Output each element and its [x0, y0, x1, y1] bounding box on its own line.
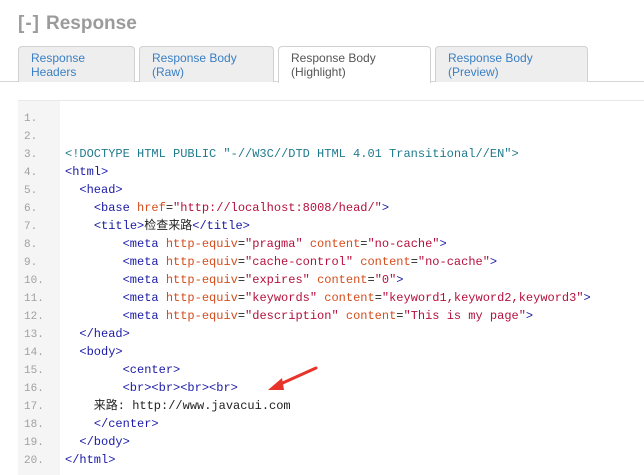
line-number: 10. — [24, 275, 44, 287]
code-text: </head> — [79, 327, 130, 341]
code-line: 17. 来路: http://www.javacui.com — [18, 397, 644, 415]
code-line: 2. — [18, 127, 644, 145]
code-line: 13. </head> — [18, 325, 644, 343]
response-section-header: [-] Response — [18, 11, 137, 37]
code-text: <meta http-equiv="pragma" content="no-ca… — [122, 237, 447, 251]
code-text: <meta http-equiv="expires" content="0"> — [122, 273, 404, 287]
line-number: 11. — [24, 293, 44, 305]
code-line: 9. <meta http-equiv="cache-control" cont… — [18, 253, 644, 271]
section-title: Response — [45, 13, 137, 34]
code-line: 11. <meta http-equiv="keywords" content=… — [18, 289, 644, 307]
code-text: <meta http-equiv="keywords" content="key… — [122, 291, 591, 305]
code-line: 16. <br><br><br><br> — [18, 379, 644, 397]
line-number: 4. — [24, 167, 38, 179]
line-number: 15. — [24, 365, 44, 377]
code-text: </body> — [79, 435, 130, 449]
code-text: <meta http-equiv="cache-control" content… — [122, 255, 498, 269]
code-text: <meta http-equiv="description" content="… — [122, 309, 534, 323]
annotation-arrow-icon — [268, 366, 318, 390]
tab-response-body-preview[interactable]: Response Body (Preview) — [435, 46, 588, 82]
code-lines: 1. 2. 3. <!DOCTYPE HTML PUBLIC "-//W3C//DTD… — [18, 109, 644, 469]
code-text: 来路: http://www.javacui.com — [65, 399, 291, 413]
tab-response-body-raw[interactable]: Response Body (Raw) — [139, 46, 274, 82]
code-text: </html> — [65, 453, 116, 467]
code-line: 14. <body> — [18, 343, 644, 361]
line-number: 9. — [24, 257, 38, 269]
code-line: 12. <meta http-equiv="description" conte… — [18, 307, 644, 325]
tab-response-headers[interactable]: Response Headers — [18, 46, 135, 82]
code-text: <html> — [65, 165, 109, 179]
code-text: <base href="http://localhost:8008/head/"… — [93, 201, 390, 215]
tab-response-body-highlight[interactable]: Response Body (Highlight) — [278, 46, 431, 83]
code-line: 4. <html> — [18, 163, 644, 181]
line-number: 12. — [24, 311, 44, 323]
code-line: 6. <base href="http://localhost:8008/hea… — [18, 199, 644, 217]
line-number: 5. — [24, 185, 38, 197]
code-line: 3. <!DOCTYPE HTML PUBLIC "-//W3C//DTD HTM… — [18, 145, 644, 163]
line-number: 17. — [24, 401, 44, 413]
response-tabs: Response Headers Response Body (Raw) Res… — [0, 46, 644, 83]
line-number: 6. — [24, 203, 38, 215]
code-text: <!DOCTYPE HTML PUBLIC "-//W3C//DTD HTML … — [65, 147, 519, 161]
code-line: 1. — [18, 109, 644, 127]
code-line: 5. <head> — [18, 181, 644, 199]
code-line: 15. <center> — [18, 361, 644, 379]
code-line: 18. </center> — [18, 415, 644, 433]
code-text: </center> — [93, 417, 159, 431]
code-viewer: 1. 2. 3. <!DOCTYPE HTML PUBLIC "-//W3C//DTD… — [18, 100, 644, 475]
collapse-toggle[interactable]: [-] — [18, 13, 40, 35]
line-number: 13. — [24, 329, 44, 341]
code-line: 20. </html> — [18, 451, 644, 469]
code-line: 7. <title>检查来路</title> — [18, 217, 644, 235]
line-number: 18. — [24, 419, 44, 431]
line-number: 8. — [24, 239, 38, 251]
line-number: 19. — [24, 437, 44, 449]
code-text: <br><br><br><br> — [122, 381, 238, 395]
code-line: 8. <meta http-equiv="pragma" content="no… — [18, 235, 644, 253]
code-text: <body> — [79, 345, 123, 359]
line-number: 14. — [24, 347, 44, 359]
line-number: 1. — [24, 113, 38, 125]
line-number: 20. — [24, 455, 44, 467]
code-line: 19. </body> — [18, 433, 644, 451]
line-number: 3. — [24, 149, 38, 161]
code-text: <title>检查来路</title> — [93, 219, 250, 233]
code-text: <head> — [79, 183, 123, 197]
code-line: 10. <meta http-equiv="expires" content="… — [18, 271, 644, 289]
line-number: 7. — [24, 221, 38, 233]
code-text: <center> — [122, 363, 181, 377]
line-number: 2. — [24, 131, 38, 143]
line-number: 16. — [24, 383, 44, 395]
